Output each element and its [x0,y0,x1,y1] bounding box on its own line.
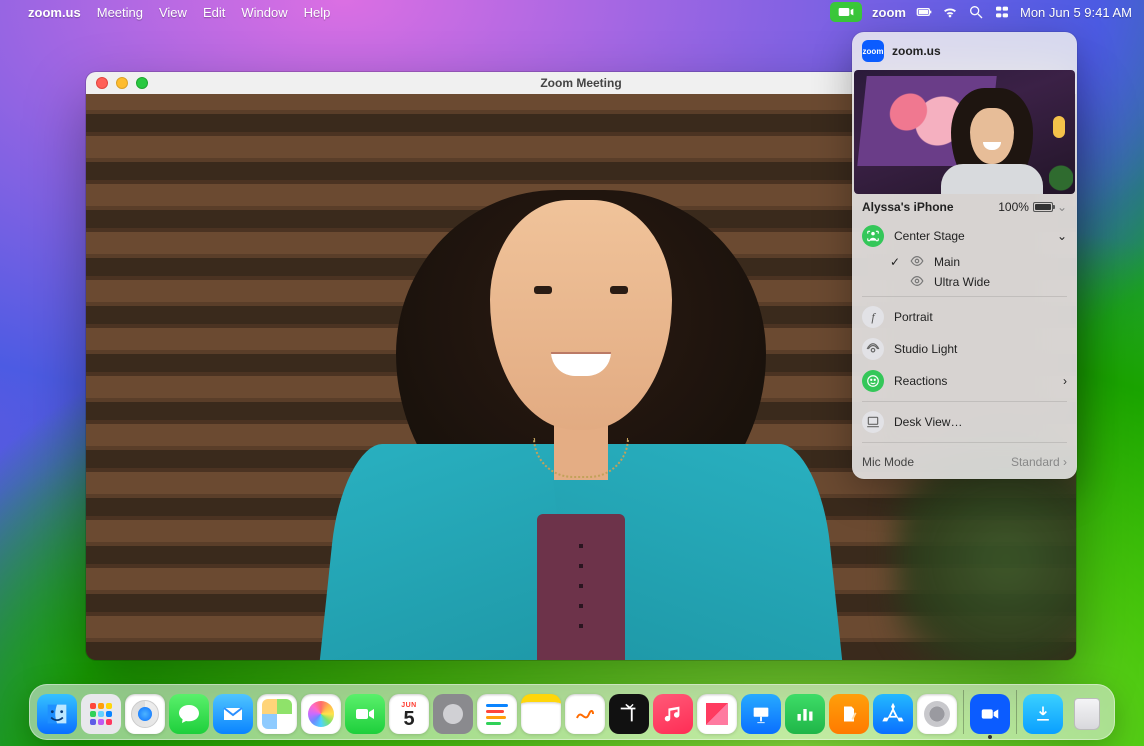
chevron-right-icon: › [1063,455,1067,469]
menu-meeting[interactable]: Meeting [97,5,143,20]
camera-lens-icon [910,255,924,269]
camera-preview [854,70,1075,194]
main-participant [301,94,861,660]
mic-mode-row[interactable]: Mic Mode Standard › [852,447,1077,479]
menu-view[interactable]: View [159,5,187,20]
status-app-label: zoom [872,5,906,20]
secondary-participant [937,82,1047,194]
dock-safari[interactable] [125,694,165,734]
dock-contacts[interactable] [433,694,473,734]
dock-photos[interactable] [301,694,341,734]
dock-notes[interactable] [521,694,561,734]
desk-view-icon [862,411,884,433]
video-icon [838,4,854,20]
device-battery: 100% ⌄ [998,200,1067,214]
menubar: zoom.us Meeting View Edit Window Help zo… [0,0,1144,24]
dock-separator [1016,690,1017,734]
studio-light-row[interactable]: Studio Light [852,333,1077,365]
mic-mode-label: Mic Mode [862,455,914,469]
camera-main-option[interactable]: ✓ Main [852,252,1077,272]
portrait-label: Portrait [894,310,933,324]
video-effects-panel: zoom zoom.us Alyssa's iPhone 100% ⌄ Cent… [852,32,1077,479]
dock-messages[interactable] [169,694,209,734]
reactions-label: Reactions [894,374,947,388]
dock-music[interactable] [653,694,693,734]
menu-edit[interactable]: Edit [203,5,225,20]
dock-pages[interactable] [829,694,869,734]
center-stage-icon [862,225,884,247]
device-row[interactable]: Alyssa's iPhone 100% ⌄ [852,194,1077,220]
dock-launchpad[interactable] [81,694,121,734]
panel-app-name: zoom.us [892,44,941,58]
camera-ultrawide-label: Ultra Wide [934,275,990,289]
mic-mode-value: Standard [1011,455,1060,469]
portrait-icon: f [862,306,884,328]
dock-freeform[interactable] [565,694,605,734]
camera-main-label: Main [934,255,960,269]
dock-zoom[interactable] [970,694,1010,734]
menu-window[interactable]: Window [241,5,287,20]
dock: JUN5 [29,684,1115,740]
camera-ultrawide-option[interactable]: Ultra Wide [852,272,1077,292]
chevron-down-icon: ⌄ [1057,200,1067,214]
menubar-app-name[interactable]: zoom.us [28,5,81,20]
wifi-icon[interactable] [942,4,958,20]
dock-finder[interactable] [37,694,77,734]
reactions-row[interactable]: Reactions › [852,365,1077,397]
spotlight-icon[interactable] [968,4,984,20]
dock-keynote[interactable] [741,694,781,734]
studio-light-icon [862,338,884,360]
reactions-icon [862,370,884,392]
menubar-clock[interactable]: Mon Jun 5 9:41 AM [1020,5,1132,20]
zoom-app-icon: zoom [862,40,884,62]
menu-help[interactable]: Help [304,5,331,20]
chevron-right-icon: › [1063,374,1067,388]
dock-system-settings[interactable] [917,694,957,734]
dock-calendar[interactable]: JUN5 [389,694,429,734]
checkmark-icon: ✓ [890,255,900,269]
calendar-day: 5 [403,709,414,729]
dock-downloads[interactable] [1023,694,1063,734]
camera-lens-icon [910,275,924,289]
chevron-down-icon: ⌄ [1057,229,1067,243]
center-stage-label: Center Stage [894,229,965,243]
desk-view-label: Desk View… [894,415,962,429]
dock-mail[interactable] [213,694,253,734]
dock-trash[interactable] [1067,694,1107,734]
battery-icon[interactable] [916,4,932,20]
camera-active-pill[interactable] [830,2,862,22]
desk-view-row[interactable]: Desk View… [852,406,1077,438]
control-center-icon[interactable] [994,4,1010,20]
panel-header: zoom zoom.us [852,32,1077,70]
dock-maps[interactable] [257,694,297,734]
studio-light-label: Studio Light [894,342,957,356]
center-stage-row[interactable]: Center Stage ⌄ [852,220,1077,252]
dock-tv[interactable] [609,694,649,734]
dock-separator [963,690,964,734]
dock-numbers[interactable] [785,694,825,734]
dock-news[interactable] [697,694,737,734]
dock-app-store[interactable] [873,694,913,734]
device-name: Alyssa's iPhone [862,200,954,214]
dock-reminders[interactable] [477,694,517,734]
dock-facetime[interactable] [345,694,385,734]
portrait-row[interactable]: f Portrait [852,301,1077,333]
